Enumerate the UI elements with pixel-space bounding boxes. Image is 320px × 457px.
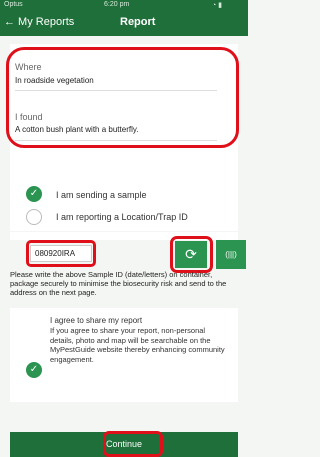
sample-checkbox[interactable]: ✓ bbox=[26, 186, 42, 202]
carrier-label: Optus bbox=[4, 1, 23, 8]
agree-checkbox[interactable]: ✓ bbox=[26, 362, 42, 378]
location-radio[interactable] bbox=[26, 209, 42, 225]
checkmark-icon: ✓ bbox=[29, 188, 39, 199]
highlight-box-details bbox=[6, 47, 239, 148]
back-button[interactable]: ← My Reports bbox=[4, 16, 74, 28]
highlight-box-continue bbox=[103, 431, 163, 457]
nav-bar: ← My Reports Report bbox=[0, 10, 248, 36]
status-bar: Optus 6:20 pm ◔ ▮ bbox=[0, 0, 248, 10]
highlight-box-refresh bbox=[170, 236, 213, 273]
agree-description: If you agree to share your report, non-p… bbox=[50, 326, 225, 364]
checkmark-icon: ✓ bbox=[29, 364, 39, 375]
instruction-text: Please write the above Sample ID (date/l… bbox=[10, 270, 227, 297]
sample-option-label: I am sending a sample bbox=[56, 190, 147, 200]
page-title: Report bbox=[120, 16, 156, 28]
barcode-button[interactable]: (|||) bbox=[216, 240, 246, 269]
battery-icon: ◔ ▮ bbox=[212, 2, 223, 9]
agree-title: I agree to share my report bbox=[50, 316, 143, 325]
clock: 6:20 pm bbox=[104, 1, 130, 8]
barcode-icon: (|||) bbox=[225, 250, 237, 259]
location-option-label: I am reporting a Location/Trap ID bbox=[56, 212, 188, 222]
highlight-box-sample-id bbox=[26, 240, 96, 267]
